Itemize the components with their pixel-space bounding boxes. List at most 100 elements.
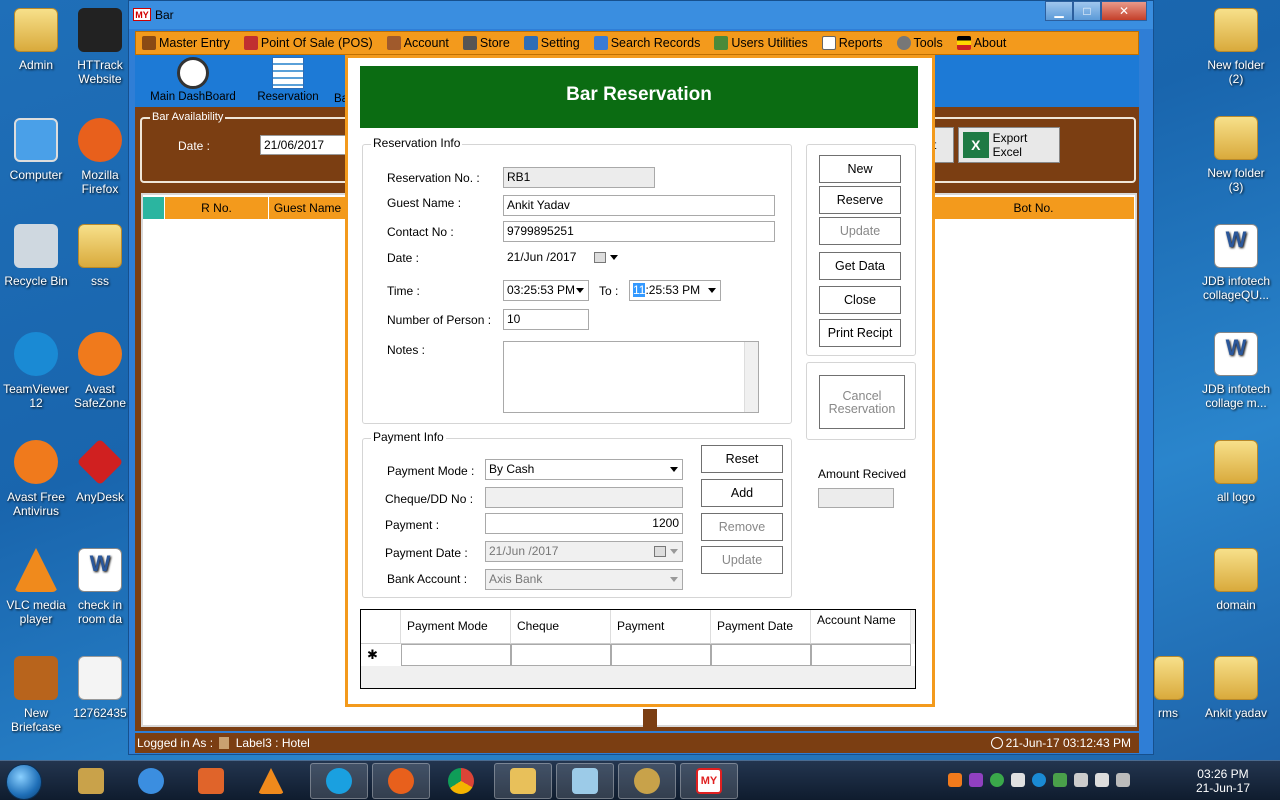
taskbar-app-media[interactable] <box>182 763 240 799</box>
network-icon[interactable] <box>1116 773 1130 787</box>
desktop-icon-vlc[interactable]: VLC media player <box>0 548 72 626</box>
col-cheque[interactable]: Cheque <box>511 610 611 644</box>
get-data-button[interactable]: Get Data <box>819 252 901 280</box>
menu-users-utilities[interactable]: Users Utilities <box>714 36 808 50</box>
taskbar-app-firefox[interactable] <box>372 763 430 799</box>
payment-mode-select[interactable]: By Cash <box>485 459 683 480</box>
close-button[interactable]: Close <box>819 286 901 314</box>
desktop-icon-recycle-bin[interactable]: Recycle Bin <box>0 224 72 288</box>
menu-master-entry[interactable]: Master Entry <box>142 36 230 50</box>
taskbar-app-explorer[interactable] <box>494 763 552 799</box>
payment-field[interactable]: 1200 <box>485 513 683 534</box>
table-cell[interactable] <box>611 644 711 666</box>
flag-icon[interactable] <box>1095 773 1109 787</box>
start-button[interactable] <box>6 764 42 800</box>
print-receipt-button[interactable]: Print Recipt <box>819 319 901 347</box>
desktop-icon-briefcase[interactable]: New Briefcase <box>0 656 72 734</box>
taskbar-app-notepad[interactable] <box>556 763 614 799</box>
bank-account-select[interactable]: Axis Bank <box>485 569 683 590</box>
col-bot-no[interactable]: Bot No. <box>933 197 1135 219</box>
volume-icon[interactable] <box>1074 773 1088 787</box>
table-cell[interactable] <box>511 644 611 666</box>
menu-account[interactable]: Account <box>386 36 449 50</box>
reservation-date-picker[interactable]: 21/Jun /2017 <box>503 247 623 268</box>
taskbar-app-tools[interactable] <box>62 763 120 799</box>
avast-tray-icon[interactable] <box>948 773 962 787</box>
desktop-icon-firefox[interactable]: Mozilla Firefox <box>72 118 128 196</box>
teamviewer-tray-icon[interactable] <box>1032 773 1046 787</box>
col-payment-mode[interactable]: Payment Mode <box>401 610 511 644</box>
remove-button[interactable]: Remove <box>701 513 783 541</box>
reservation-button[interactable]: Reservation <box>251 57 325 103</box>
availability-date-picker[interactable]: 21/06/2017 <box>260 135 348 155</box>
menu-reports[interactable]: Reports <box>821 36 883 50</box>
new-button[interactable]: New <box>819 155 901 183</box>
desktop-icon-admin[interactable]: Admin <box>0 8 72 72</box>
payment-date-picker[interactable]: 21/Jun /2017 <box>485 541 683 562</box>
desktop-icon-anydesk[interactable]: AnyDesk <box>72 440 128 504</box>
taskbar-app-ie[interactable] <box>122 763 180 799</box>
taskbar-app-chrome[interactable] <box>432 763 490 799</box>
payment-update-button[interactable]: Update <box>701 546 783 574</box>
desktop-icon-domain[interactable]: domain <box>1200 548 1272 612</box>
notes-scrollbar[interactable] <box>744 342 758 412</box>
reserve-button[interactable]: Reserve <box>819 186 901 214</box>
tray-icon[interactable] <box>969 773 983 787</box>
taskbar-app-vlc[interactable] <box>242 763 300 799</box>
desktop-icon-avast[interactable]: Avast Free Antivirus <box>0 440 72 518</box>
cancel-reservation-button[interactable]: Cancel Reservation <box>819 375 905 429</box>
menu-store[interactable]: Store <box>462 36 510 50</box>
title-bar[interactable]: MY Bar ▁ □ ✕ <box>129 1 1153 29</box>
desktop-icon-teamviewer[interactable]: TeamViewer 12 <box>0 332 72 410</box>
desktop-icon-jdb-collage-qu[interactable]: JDB infotech collageQU... <box>1200 224 1272 302</box>
table-cell[interactable] <box>711 644 811 666</box>
menu-about[interactable]: About <box>956 36 1006 50</box>
menu-tools[interactable]: Tools <box>896 36 943 50</box>
desktop-icon-httrack[interactable]: HTTrack Website <box>72 8 128 86</box>
col-account-name[interactable]: Account Name <box>811 610 911 644</box>
taskbar-app-paint[interactable] <box>618 763 676 799</box>
table-row[interactable]: ✱ <box>361 644 915 666</box>
col-payment[interactable]: Payment <box>611 610 711 644</box>
time-from-picker[interactable]: 03:25:53 PM <box>503 280 589 301</box>
desktop-icon-jdb-collage-m[interactable]: JDB infotech collage m... <box>1200 332 1272 410</box>
add-button[interactable]: Add <box>701 479 783 507</box>
desktop-icon-ankit-yadav[interactable]: Ankit yadav <box>1200 656 1272 720</box>
export-excel-button[interactable]: X Export Excel <box>958 127 1060 163</box>
desktop-icon-computer[interactable]: Computer <box>0 118 72 182</box>
taskbar-app-myhotel[interactable]: MY <box>680 763 738 799</box>
update-button[interactable]: Update <box>819 217 901 245</box>
time-to-picker[interactable]: 11:25:53 PM <box>629 280 721 301</box>
col-payment-date[interactable]: Payment Date <box>711 610 811 644</box>
taskbar-app-skype[interactable] <box>310 763 368 799</box>
desktop-icon-new-folder-3[interactable]: New folder (3) <box>1200 116 1272 194</box>
tray-icon[interactable] <box>1011 773 1025 787</box>
notes-field[interactable] <box>503 341 759 413</box>
desktop-icon-new-folder-2[interactable]: New folder (2) <box>1200 8 1272 86</box>
minimize-button[interactable]: ▁ <box>1045 1 1073 21</box>
close-window-button[interactable]: ✕ <box>1101 1 1147 21</box>
clock[interactable]: 03:26 PM 21-Jun-17 <box>1196 767 1250 795</box>
desktop-icon-12762435[interactable]: 12762435 <box>72 656 128 720</box>
col-guest-name[interactable]: Guest Name <box>269 197 347 219</box>
col-r-no[interactable]: R No. <box>165 197 269 219</box>
main-dashboard-button[interactable]: Main DashBoard <box>147 57 239 103</box>
desktop-icon-all-logo[interactable]: all logo <box>1200 440 1272 504</box>
desktop-icon-avast-safezone[interactable]: Avast SafeZone <box>72 332 128 410</box>
desktop-icon-check-in[interactable]: check in room da <box>72 548 128 626</box>
menu-setting[interactable]: Setting <box>523 36 580 50</box>
table-cell[interactable] <box>401 644 511 666</box>
chrome-tray-icon[interactable] <box>990 773 1004 787</box>
cheque-field[interactable] <box>485 487 683 508</box>
guest-name-field[interactable]: Ankit Yadav <box>503 195 775 216</box>
menu-point-of-sale[interactable]: Point Of Sale (POS) <box>243 36 373 50</box>
maximize-button[interactable]: □ <box>1073 1 1101 21</box>
search-button[interactable]: t <box>932 127 954 163</box>
contact-no-field[interactable]: 9799895251 <box>503 221 775 242</box>
persons-field[interactable]: 10 <box>503 309 589 330</box>
desktop-icon-sss[interactable]: sss <box>72 224 128 288</box>
menu-search-records[interactable]: Search Records <box>593 36 700 50</box>
reset-button[interactable]: Reset <box>701 445 783 473</box>
table-cell[interactable] <box>811 644 911 666</box>
tray-icon[interactable] <box>1053 773 1067 787</box>
